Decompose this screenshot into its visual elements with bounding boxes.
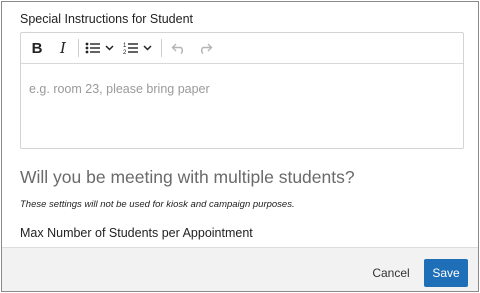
- save-button[interactable]: Save: [424, 259, 468, 287]
- redo-button[interactable]: [194, 37, 216, 59]
- undo-button[interactable]: [168, 37, 190, 59]
- max-students-label: Max Number of Students per Appointment: [20, 226, 253, 240]
- numbered-list-button[interactable]: 1 2: [123, 37, 155, 59]
- bold-icon: B: [31, 39, 43, 57]
- redo-icon: [201, 43, 213, 54]
- bold-button[interactable]: B: [28, 37, 46, 59]
- toolbar-divider: [161, 39, 162, 57]
- undo-icon: [171, 43, 183, 54]
- special-instructions-label: Special Instructions for Student: [20, 12, 194, 26]
- svg-text:2: 2: [123, 50, 127, 55]
- cancel-button[interactable]: Cancel: [364, 261, 418, 285]
- numbered-list-icon: 1 2: [123, 43, 152, 55]
- appointment-settings-dialog: Special Instructions for Student B I 1 2…: [1, 1, 479, 292]
- bulleted-list-icon: [85, 42, 114, 54]
- toolbar-divider: [78, 39, 79, 57]
- bulleted-list-button[interactable]: [85, 37, 117, 59]
- svg-text:1: 1: [123, 43, 127, 49]
- settings-note: These settings will not be used for kios…: [20, 199, 295, 210]
- dialog-footer: Cancel Save: [2, 247, 478, 291]
- editor-content-area: [21, 64, 463, 114]
- rich-text-editor: B I 1 2: [20, 32, 464, 149]
- italic-button[interactable]: I: [54, 37, 72, 59]
- italic-icon: I: [60, 39, 66, 57]
- multiple-students-question: Will you be meeting with multiple studen…: [20, 167, 355, 187]
- special-instructions-input[interactable]: [29, 82, 455, 96]
- editor-toolbar: B I 1 2: [21, 33, 463, 64]
